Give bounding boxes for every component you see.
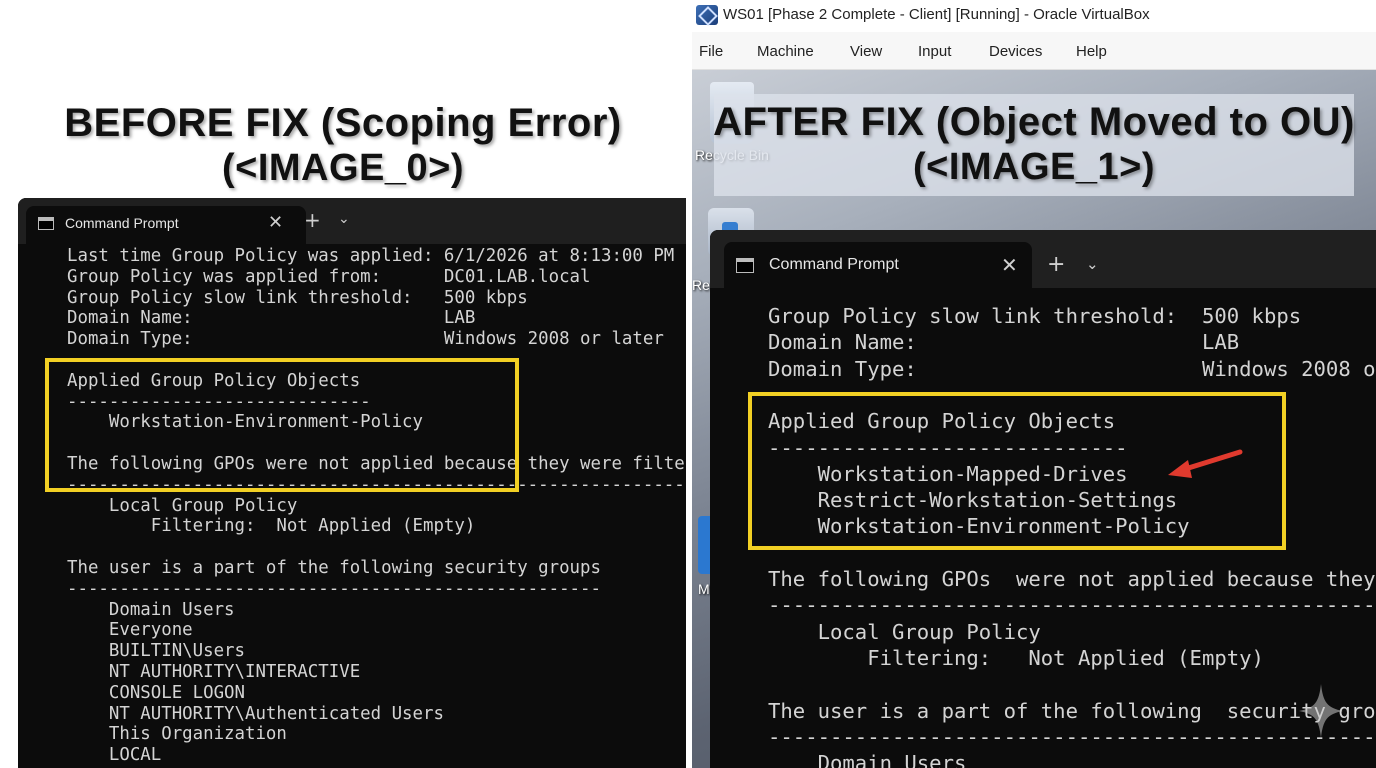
terminal-line: This Organization xyxy=(67,724,287,745)
terminal-line: Domain Users xyxy=(768,751,967,768)
virtualbox-menubar: File Machine View Input Devices Help xyxy=(692,32,1376,70)
menu-input[interactable]: Input xyxy=(918,43,951,60)
terminal-line: Everyone xyxy=(67,620,193,641)
before-caption-title: BEFORE FIX (Scoping Error) xyxy=(64,101,622,145)
before-panel: BEFORE FIX (Scoping Error) (<IMAGE_0>) C… xyxy=(0,0,686,768)
tab-command-prompt[interactable]: Command Prompt ✕ xyxy=(26,206,306,244)
close-tab-icon[interactable]: ✕ xyxy=(268,214,283,232)
chevron-down-icon[interactable]: ⌄ xyxy=(338,212,350,226)
window-title: WS01 [Phase 2 Complete - Client] [Runnin… xyxy=(723,6,1150,23)
terminal-line: The user is a part of the following secu… xyxy=(67,558,601,578)
terminal-line: Group Policy slow link threshold: 500 kb… xyxy=(67,287,528,308)
virtualbox-titlebar: WS01 [Phase 2 Complete - Client] [Runnin… xyxy=(692,0,1376,32)
applied-gpo-highlight xyxy=(45,358,519,492)
after-caption-title: AFTER FIX (Object Moved to OU) xyxy=(713,100,1355,144)
new-tab-icon[interactable]: + xyxy=(1047,254,1065,276)
terminal-icon xyxy=(736,258,754,273)
terminal-line: Group Policy was applied from: DC01.LAB.… xyxy=(67,266,591,287)
red-arrow-icon xyxy=(1168,449,1243,478)
menu-file[interactable]: File xyxy=(699,43,723,60)
terminal-line: Domain Name: LAB xyxy=(768,330,1240,355)
chevron-down-icon[interactable]: ⌄ xyxy=(1086,257,1099,272)
terminal-icon xyxy=(38,217,54,230)
terminal-line: Filtering: Not Applied (Empty) xyxy=(768,645,1264,670)
new-tab-icon[interactable]: + xyxy=(304,210,321,230)
command-prompt-window: Command Prompt ✕ + ⌄ Group Policy slow l… xyxy=(710,230,1376,768)
desktop-app-label: M xyxy=(698,581,710,597)
menu-view[interactable]: View xyxy=(850,43,882,60)
after-caption-subtitle: (<IMAGE_1>) xyxy=(912,146,1156,188)
terminal-line: LOCAL xyxy=(67,745,162,766)
sparkle-watermark-icon xyxy=(1299,684,1343,738)
terminal-line: ----------------------------------------… xyxy=(67,578,601,599)
after-panel: WS01 [Phase 2 Complete - Client] [Runnin… xyxy=(692,0,1376,768)
terminal-line: Domain Name: LAB xyxy=(67,308,476,329)
terminal-line: Group Policy slow link threshold: 500 kb… xyxy=(768,304,1302,328)
terminal-line: CONSOLE LOGON xyxy=(67,682,245,703)
terminal-line: Local Group Policy xyxy=(67,495,298,516)
terminal-line: The following GPOs were not applied beca… xyxy=(768,567,1376,591)
terminal-tabbar: Command Prompt ✕ + ⌄ xyxy=(710,230,1376,288)
terminal-line: ----------------------------------------… xyxy=(768,724,1376,749)
menu-devices[interactable]: Devices xyxy=(989,43,1042,60)
tab-command-prompt[interactable]: Command Prompt ✕ xyxy=(724,242,1032,288)
virtualbox-logo-icon xyxy=(696,5,718,25)
terminal-line: The user is a part of the following secu… xyxy=(768,698,1376,723)
before-caption-subtitle: (<IMAGE_0>) xyxy=(221,147,465,189)
menu-machine[interactable]: Machine xyxy=(757,43,814,60)
tab-title: Command Prompt xyxy=(769,256,899,273)
before-caption: BEFORE FIX (Scoping Error) (<IMAGE_0>) xyxy=(0,100,686,190)
terminal-line: Local Group Policy xyxy=(768,619,1041,644)
terminal-line: Domain Type: Windows 2008 or later xyxy=(768,356,1376,381)
command-prompt-window: Command Prompt ✕ + ⌄ Last time Group Pol… xyxy=(18,198,686,768)
tab-title: Command Prompt xyxy=(65,215,179,231)
terminal-line: Last time Group Policy was applied: 6/1/… xyxy=(67,246,675,266)
terminal-line: BUILTIN\Users xyxy=(67,641,245,662)
terminal-line: ----------------------------------------… xyxy=(768,593,1376,618)
terminal-line: NT AUTHORITY\INTERACTIVE xyxy=(67,662,361,682)
terminal-line: Filtering: Not Applied (Empty) xyxy=(67,516,476,537)
terminal-tabbar: Command Prompt ✕ + ⌄ xyxy=(18,198,686,244)
close-tab-icon[interactable]: ✕ xyxy=(1001,255,1018,275)
terminal-line: Domain Users xyxy=(67,599,235,620)
terminal-line: NT AUTHORITY\Authenticated Users xyxy=(67,703,444,724)
after-caption: AFTER FIX (Object Moved to OU) (<IMAGE_1… xyxy=(692,99,1376,189)
terminal-line: Domain Type: Windows 2008 or later xyxy=(67,329,664,350)
menu-help[interactable]: Help xyxy=(1076,43,1107,60)
